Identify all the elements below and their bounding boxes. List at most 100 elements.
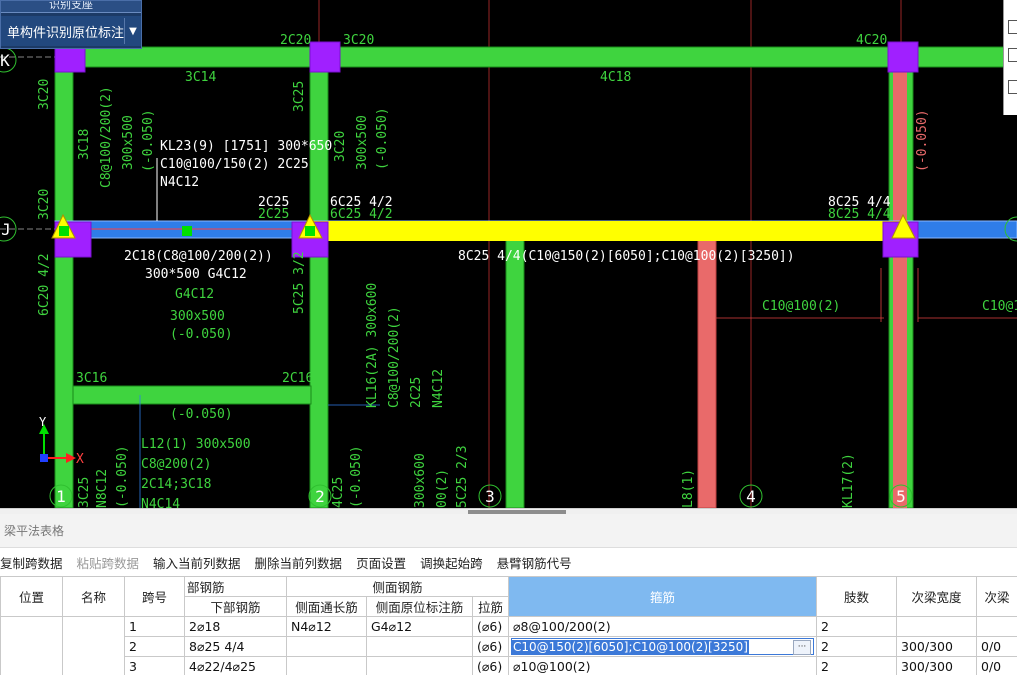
vlabel-l8: L8(1) xyxy=(681,469,696,508)
beam-red-2 xyxy=(697,239,717,508)
label-g4c12: G4C12 xyxy=(175,287,214,302)
cell-stirrup[interactable]: ⌀8@100/200(2) xyxy=(508,616,817,637)
header-secondary-width[interactable]: 次梁宽度 xyxy=(896,576,977,617)
beam-info-line2: C10@100/150(2) 2C25 xyxy=(160,157,309,172)
header-group-side: 侧面钢筋 xyxy=(286,576,509,597)
cell-tie[interactable]: (⌀6) xyxy=(472,656,509,675)
label-elev1: (-0.050) xyxy=(170,327,233,342)
cell-legs[interactable]: 2 xyxy=(816,636,897,657)
cell-side-through[interactable] xyxy=(286,636,367,657)
command-top-label: 识别支座 xyxy=(49,1,93,11)
vlabel-5c25b: 5C25 2/3 xyxy=(455,445,470,508)
header-group-bottom: 部钢筋 xyxy=(184,576,287,597)
vlabel-n4c12: N4C12 xyxy=(431,369,446,408)
layer-icon[interactable] xyxy=(1008,80,1017,94)
header-span[interactable]: 跨号 xyxy=(124,576,185,617)
cell-span[interactable]: 3 xyxy=(124,656,185,675)
command-dropdown[interactable]: 单构件识别原位标注 ▼ xyxy=(1,16,141,46)
cell-secondary-width[interactable] xyxy=(896,616,977,637)
vlabel-5c25: 5C25 3/2 xyxy=(292,251,307,314)
cell-side-local[interactable] xyxy=(366,656,473,675)
cell-secondary-more[interactable]: 0/0 xyxy=(976,636,1017,657)
label-3c14: 3C14 xyxy=(185,70,216,85)
command-dropdown-label: 单构件识别原位标注 xyxy=(7,25,125,41)
original-span2: 8C25 4/4(C10@150(2)[6050];C10@100(2)[325… xyxy=(458,249,795,264)
zoom-icon[interactable] xyxy=(1008,48,1017,62)
header-stirrup[interactable]: 箍筋 xyxy=(508,576,817,617)
vlabel-2c25: 2C25 xyxy=(409,377,424,408)
cell-bottom[interactable]: 2⌀18 xyxy=(184,616,287,637)
cell-secondary-more[interactable] xyxy=(976,616,1017,637)
header-legs[interactable]: 肢数 xyxy=(816,576,897,617)
label-4c20: 4C20 xyxy=(856,33,887,48)
swap-start-span-button[interactable]: 调换起始跨 xyxy=(420,553,483,572)
vlabel-c8: C8@100/200(2) xyxy=(99,86,114,188)
header-secondary-more[interactable]: 次梁 xyxy=(976,576,1017,617)
axis-label-j: J xyxy=(1,220,11,239)
label-l12: L12(1) 300x500 xyxy=(141,437,251,452)
delete-column-data-button[interactable]: 删除当前列数据 xyxy=(255,553,343,572)
vlabel-300x600: 300x600 xyxy=(413,453,428,508)
cell-stirrup-editing[interactable]: C10@150(2)[6050];C10@100(2)[3250] ··· xyxy=(508,636,817,657)
cell-bottom[interactable]: 4⌀22/4⌀25 xyxy=(184,656,287,675)
ellipsis-icon[interactable]: ··· xyxy=(793,640,811,655)
cell-secondary-more[interactable]: 0/0 xyxy=(976,656,1017,675)
cell-span[interactable]: 2 xyxy=(124,636,185,657)
vlabel-300b: 300x500 xyxy=(355,115,370,170)
beam-table: 位置 名称 跨号 部钢筋 侧面钢筋 箍筋 肢数 次梁宽度 次梁 下部钢筋 侧面通… xyxy=(0,576,1017,675)
cell-tie[interactable]: (⌀6) xyxy=(472,636,509,657)
axis-label-5: 5 xyxy=(896,487,906,506)
beam-red-1 xyxy=(893,67,907,508)
cad-canvas[interactable]: K J 1 2 3 4 5 2C20 3C20 4C20 3C14 4C18 2… xyxy=(0,0,1017,508)
cell-tie[interactable]: (⌀6) xyxy=(472,616,509,637)
vlabel-3c20b: 3C20 xyxy=(37,189,52,220)
cell-position[interactable] xyxy=(0,616,63,675)
cell-bottom[interactable]: 8⌀25 4/4 xyxy=(184,636,287,657)
cell-side-local[interactable] xyxy=(366,636,473,657)
vlabel-elev-red: (-0.050) xyxy=(915,109,930,172)
label-2c25: 2C25 xyxy=(258,195,289,210)
chevron-down-icon[interactable]: ▼ xyxy=(124,18,141,44)
vlabel-elevd: (-0.050) xyxy=(115,445,130,508)
cell-secondary-width[interactable]: 300/300 xyxy=(896,636,977,657)
label-8c25: 8C25 4/4 xyxy=(828,195,891,210)
ucs-y-label: Y xyxy=(39,415,47,429)
original-size1: 300*500 G4C12 xyxy=(145,267,247,282)
paste-span-data-button[interactable]: 粘贴跨数据 xyxy=(77,553,140,572)
cell-secondary-width[interactable]: 300/300 xyxy=(896,656,977,675)
vlabel-3c25b: 3C25 xyxy=(77,477,92,508)
axis-label-2: 2 xyxy=(315,487,325,506)
beam-selected-span[interactable] xyxy=(310,221,908,241)
label-300x500: 300x500 xyxy=(170,309,225,324)
command-top-button[interactable]: 识别支座 xyxy=(1,1,141,13)
cell-side-through[interactable] xyxy=(286,656,367,675)
cell-stirrup[interactable]: ⌀10@100(2) xyxy=(508,656,817,675)
cell-side-through[interactable]: N4⌀12 xyxy=(286,616,367,637)
vlabel-00-2: 00(2) xyxy=(435,469,450,508)
cell-side-local[interactable]: G4⌀12 xyxy=(366,616,473,637)
header-side-through[interactable]: 侧面通长筋 xyxy=(286,596,367,617)
label-4c18: 4C18 xyxy=(600,70,631,85)
vlabel-300x500: 300x500 xyxy=(121,115,136,170)
table-row[interactable]: 2 8⌀25 4/4 (⌀6) C10@150(2)[6050];C10@100… xyxy=(1,636,1017,657)
input-column-data-button[interactable]: 输入当前列数据 xyxy=(153,553,241,572)
page-setup-button[interactable]: 页面设置 xyxy=(356,553,406,572)
table-row[interactable]: 1 2⌀18 N4⌀12 G4⌀12 (⌀6) ⌀8@100/200(2) 2 xyxy=(0,616,1017,675)
cantilever-code-button[interactable]: 悬臂钢筋代号 xyxy=(497,553,572,572)
header-position[interactable]: 位置 xyxy=(0,576,63,617)
stirrup-edit-input[interactable]: C10@150(2)[6050];C10@100(2)[3250] ··· xyxy=(511,638,814,655)
cell-name[interactable] xyxy=(62,616,125,675)
view-toggle-icon[interactable] xyxy=(1008,20,1017,34)
cell-legs[interactable]: 2 xyxy=(816,656,897,675)
stirrup-edit-text[interactable]: C10@150(2)[6050];C10@100(2)[3250] xyxy=(512,639,749,654)
header-tie[interactable]: 拉筋 xyxy=(472,596,509,617)
vlabel-elev: (-0.050) xyxy=(141,109,156,172)
header-name[interactable]: 名称 xyxy=(62,576,125,617)
header-bottom-rebar[interactable]: 下部钢筋 xyxy=(184,596,287,617)
table-row[interactable]: 3 4⌀22/4⌀25 (⌀6) ⌀10@100(2) 2 300/300 0/… xyxy=(1,656,1017,675)
cell-legs[interactable]: 2 xyxy=(816,616,897,637)
copy-span-data-button[interactable]: 复制跨数据 xyxy=(0,553,63,572)
command-panel: 识别支座 单构件识别原位标注 ▼ xyxy=(0,0,142,49)
cell-span[interactable]: 1 xyxy=(124,616,185,637)
header-side-local[interactable]: 侧面原位标注筋 xyxy=(366,596,473,617)
